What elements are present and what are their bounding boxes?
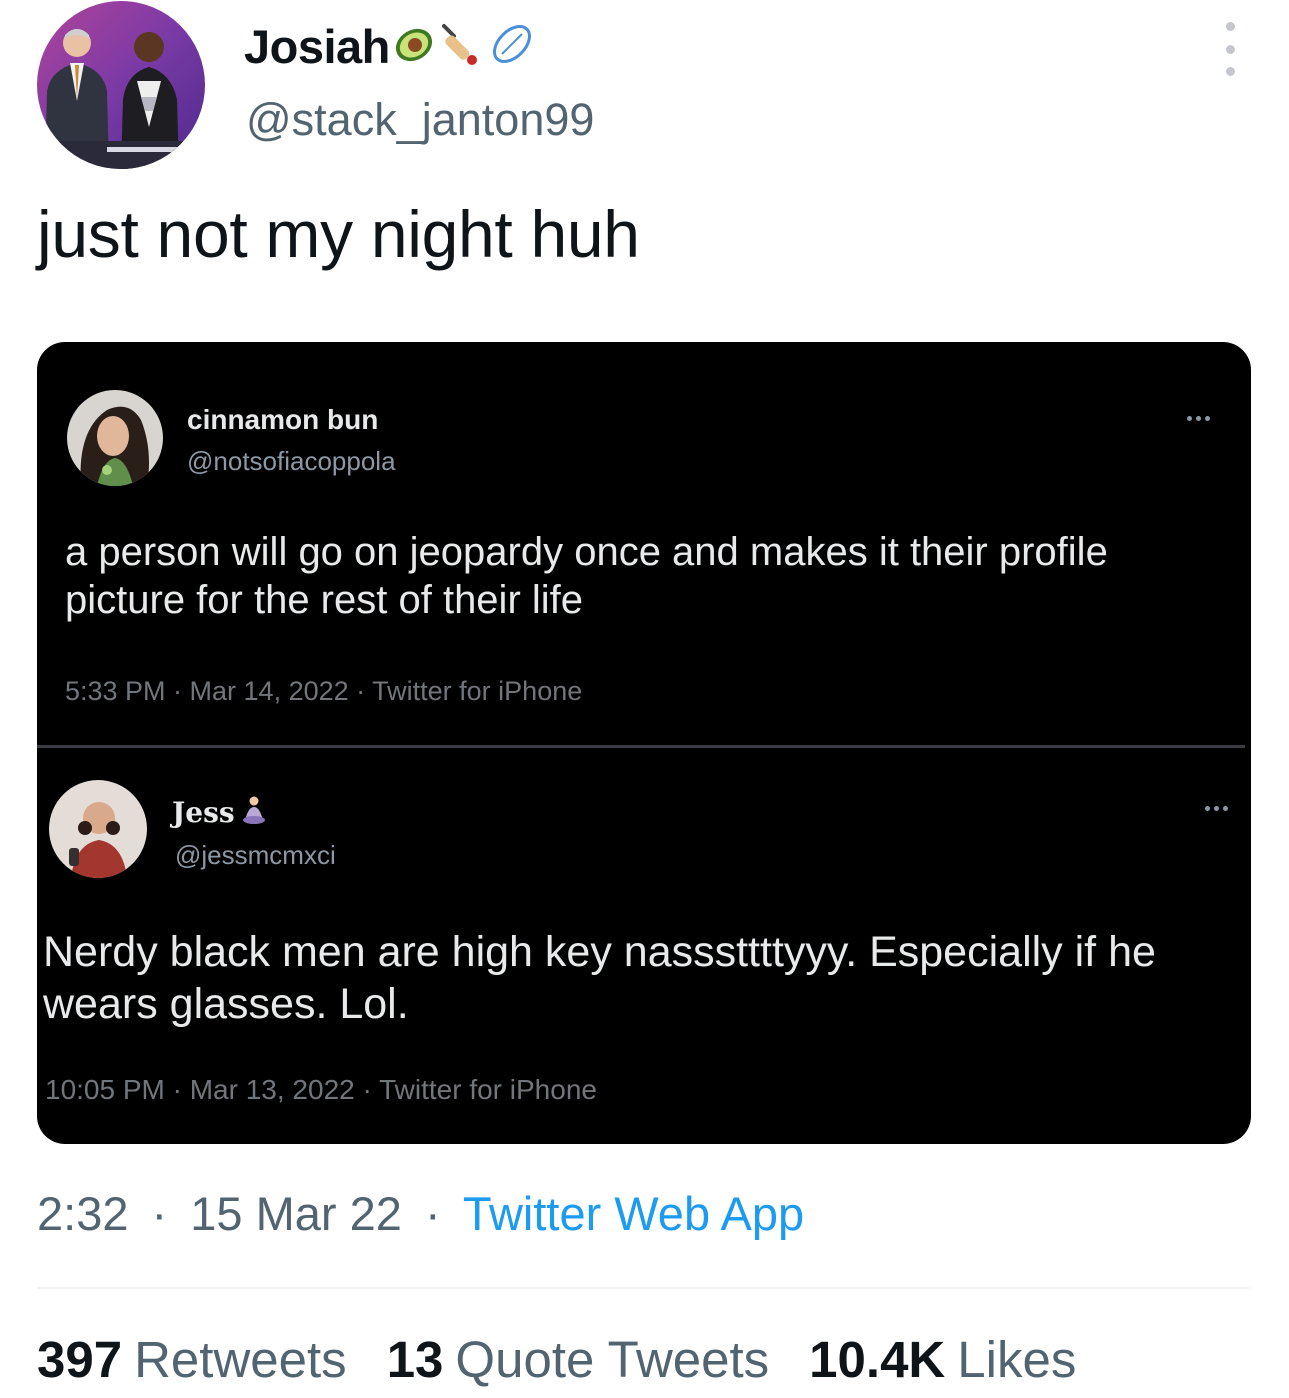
cricket-bat-icon bbox=[438, 20, 486, 73]
jess-display-name: Jess bbox=[172, 796, 235, 829]
tweet-source-link[interactable]: Twitter Web App bbox=[463, 1187, 804, 1240]
author-handle[interactable]: @stack_janton99 bbox=[246, 94, 594, 146]
quote-tweets-count: 13 bbox=[386, 1331, 444, 1388]
more-options-icon[interactable] bbox=[1223, 22, 1237, 76]
cinnamon-bun-more-icon bbox=[1187, 416, 1210, 421]
stats-divider bbox=[37, 1287, 1249, 1289]
meta-separator: · bbox=[151, 1187, 168, 1240]
cinnamon-bun-tweet-meta: 5:33 PM · Mar 14, 2022 · Twitter for iPh… bbox=[65, 676, 583, 706]
retweets-count: 397 bbox=[37, 1331, 123, 1388]
tweet-text: just not my night huh bbox=[37, 197, 640, 271]
jess-avatar bbox=[49, 780, 147, 878]
likes-stat[interactable]: 10.4K Likes bbox=[809, 1330, 1076, 1389]
tweet-date[interactable]: 15 Mar 22 bbox=[190, 1187, 402, 1240]
tweet-time[interactable]: 2:32 bbox=[37, 1187, 128, 1240]
author-avatar[interactable] bbox=[37, 1, 205, 169]
jess-handle: @jessmcmxci bbox=[175, 840, 336, 870]
tweet-media-image[interactable]: cinnamon bun @notsofiacoppola a person w… bbox=[37, 342, 1251, 1144]
embedded-divider bbox=[37, 745, 1245, 748]
jess-tweet-text: Nerdy black men are high key nasssttttyy… bbox=[43, 928, 1156, 1029]
author-display-name[interactable]: Josiah bbox=[244, 19, 390, 74]
likes-count: 10.4K bbox=[809, 1331, 946, 1388]
likes-label: Likes bbox=[957, 1331, 1077, 1388]
tweet-timestamp-row: 2:32 · 15 Mar 22 · Twitter Web App bbox=[37, 1186, 804, 1241]
cinnamon-bun-handle: @notsofiacoppola bbox=[187, 446, 396, 476]
retweets-stat[interactable]: 397 Retweets bbox=[37, 1330, 347, 1389]
retweets-label: Retweets bbox=[134, 1331, 347, 1388]
jess-tweet-meta: 10:05 PM · Mar 13, 2022 · Twitter for iP… bbox=[45, 1074, 597, 1105]
cinnamon-bun-avatar bbox=[67, 390, 163, 486]
jess-more-icon bbox=[1205, 806, 1228, 811]
rugby-ball-icon bbox=[488, 20, 536, 73]
avocado-icon bbox=[392, 22, 436, 71]
meta-separator: · bbox=[424, 1187, 441, 1240]
quote-tweets-label: Quote Tweets bbox=[455, 1331, 770, 1388]
quote-tweets-stat[interactable]: 13 Quote Tweets bbox=[387, 1330, 769, 1389]
cinnamon-bun-tweet-text: a person will go on jeopardy once and ma… bbox=[65, 530, 1108, 622]
cinnamon-bun-display-name: cinnamon bun bbox=[187, 404, 379, 435]
person-lotus-icon bbox=[241, 795, 267, 830]
tweet-stats-row: 397 Retweets 13 Quote Tweets 10.4K Likes bbox=[37, 1330, 1076, 1389]
